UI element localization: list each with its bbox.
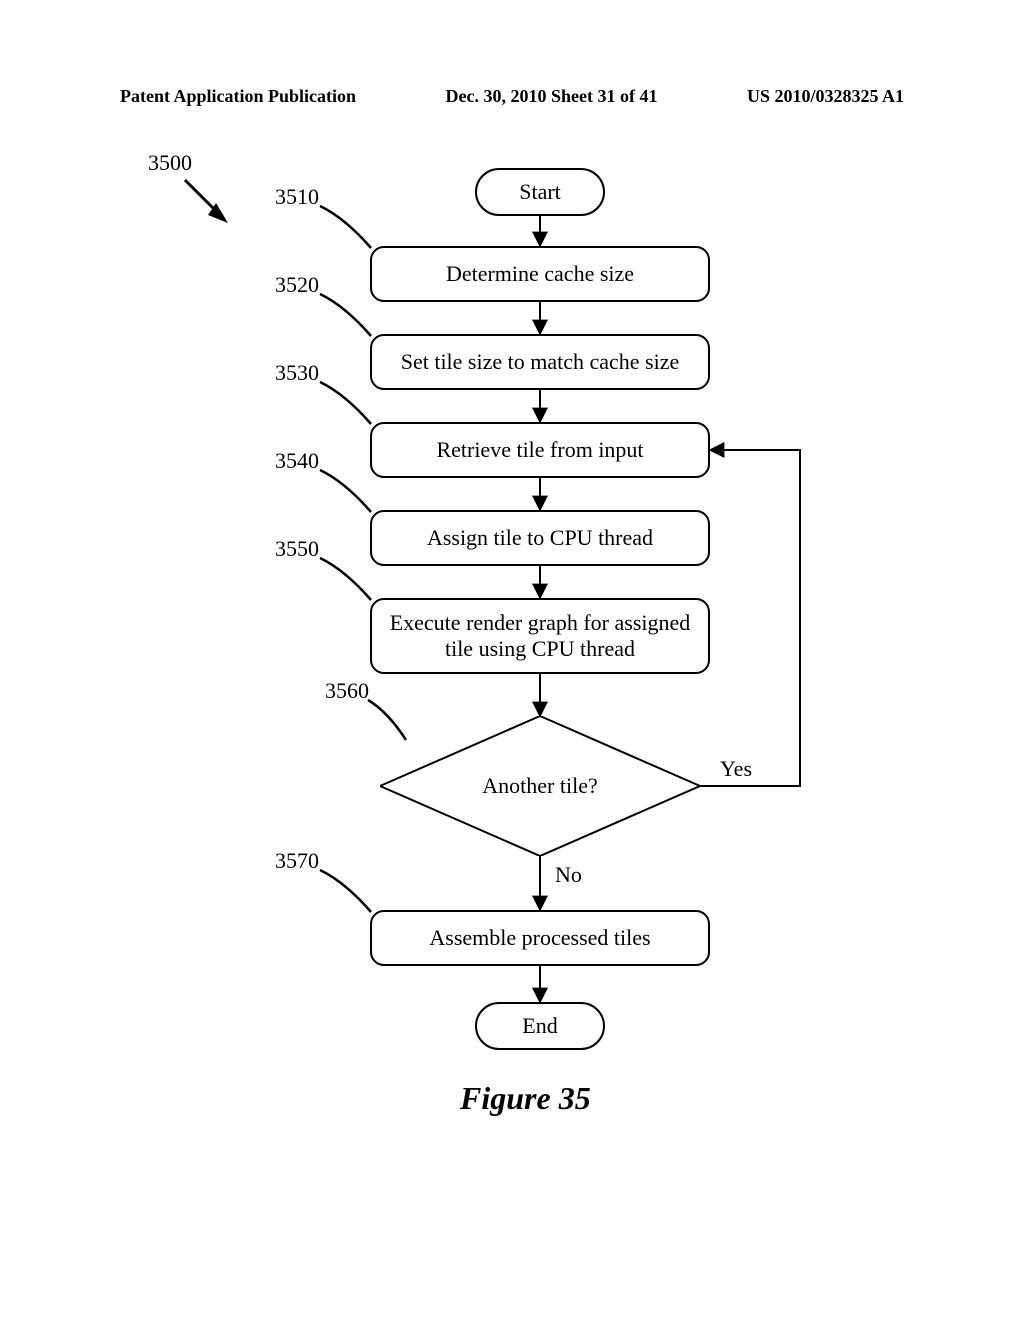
step-3550: Execute render graph for assigned tile u…	[370, 598, 710, 674]
step-ref-3570: 3570	[275, 848, 319, 874]
flow-end: End	[475, 1002, 605, 1050]
decision-yes-label: Yes	[720, 756, 752, 782]
decision-no-label: No	[555, 862, 582, 888]
decision-3560: Another tile?	[380, 716, 700, 856]
step-ref-3520: 3520	[275, 272, 319, 298]
step-ref-3550: 3550	[275, 536, 319, 562]
step-3520: Set tile size to match cache size	[370, 334, 710, 390]
figure-pointer-ref: 3500	[148, 150, 192, 176]
step-ref-3560: 3560	[325, 678, 369, 704]
flow-start: Start	[475, 168, 605, 216]
step-3530: Retrieve tile from input	[370, 422, 710, 478]
step-3510: Determine cache size	[370, 246, 710, 302]
step-ref-3510: 3510	[275, 184, 319, 210]
step-3570: Assemble processed tiles	[370, 910, 710, 966]
step-ref-3540: 3540	[275, 448, 319, 474]
decision-text: Another tile?	[380, 716, 700, 856]
figure-caption: Figure 35	[460, 1080, 591, 1117]
step-ref-3530: 3530	[275, 360, 319, 386]
step-3540: Assign tile to CPU thread	[370, 510, 710, 566]
